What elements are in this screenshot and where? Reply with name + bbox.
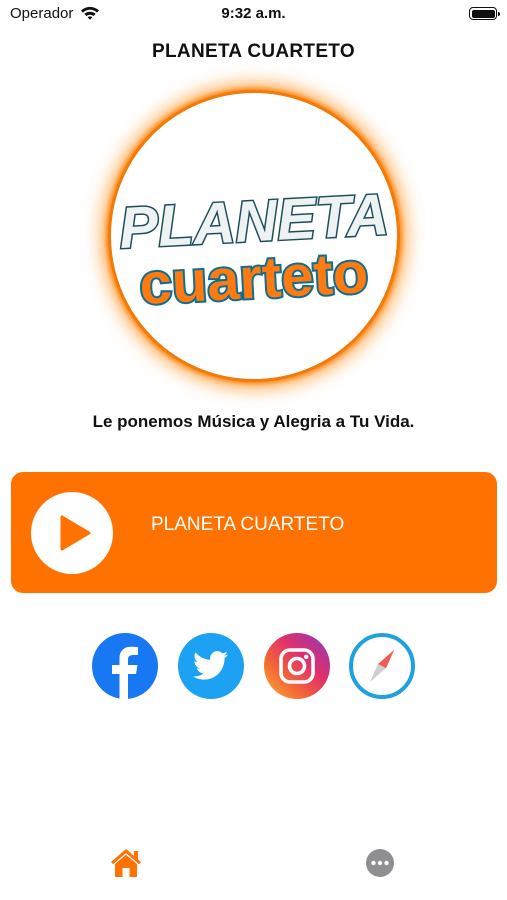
player-card[interactable]: PLANETA CUARTETO bbox=[11, 472, 497, 593]
battery-icon bbox=[469, 7, 500, 20]
more-icon bbox=[366, 849, 394, 877]
status-time: 9:32 a.m. bbox=[221, 5, 286, 22]
status-bar: Operador 9:32 a.m. bbox=[0, 0, 507, 28]
facebook-button[interactable] bbox=[92, 633, 158, 699]
home-icon bbox=[111, 849, 141, 877]
tab-more[interactable] bbox=[362, 845, 398, 881]
station-logo: PLANETA cuarteto bbox=[108, 90, 400, 382]
play-icon bbox=[60, 515, 91, 551]
facebook-icon bbox=[112, 646, 138, 699]
twitter-button[interactable] bbox=[178, 633, 244, 699]
twitter-icon bbox=[193, 651, 228, 680]
page-title: PLANETA CUARTETO bbox=[152, 41, 355, 62]
tagline: Le ponemos Música y Alegria a Tu Vida. bbox=[92, 412, 415, 431]
station-name: PLANETA CUARTETO bbox=[151, 514, 345, 535]
tab-home[interactable] bbox=[108, 845, 144, 881]
instagram-button[interactable] bbox=[264, 633, 330, 699]
website-button[interactable] bbox=[349, 633, 415, 699]
play-button[interactable] bbox=[31, 492, 113, 574]
instagram-icon bbox=[279, 648, 315, 684]
logo-line-cuarteto: cuarteto bbox=[138, 240, 370, 317]
compass-icon bbox=[370, 650, 394, 682]
